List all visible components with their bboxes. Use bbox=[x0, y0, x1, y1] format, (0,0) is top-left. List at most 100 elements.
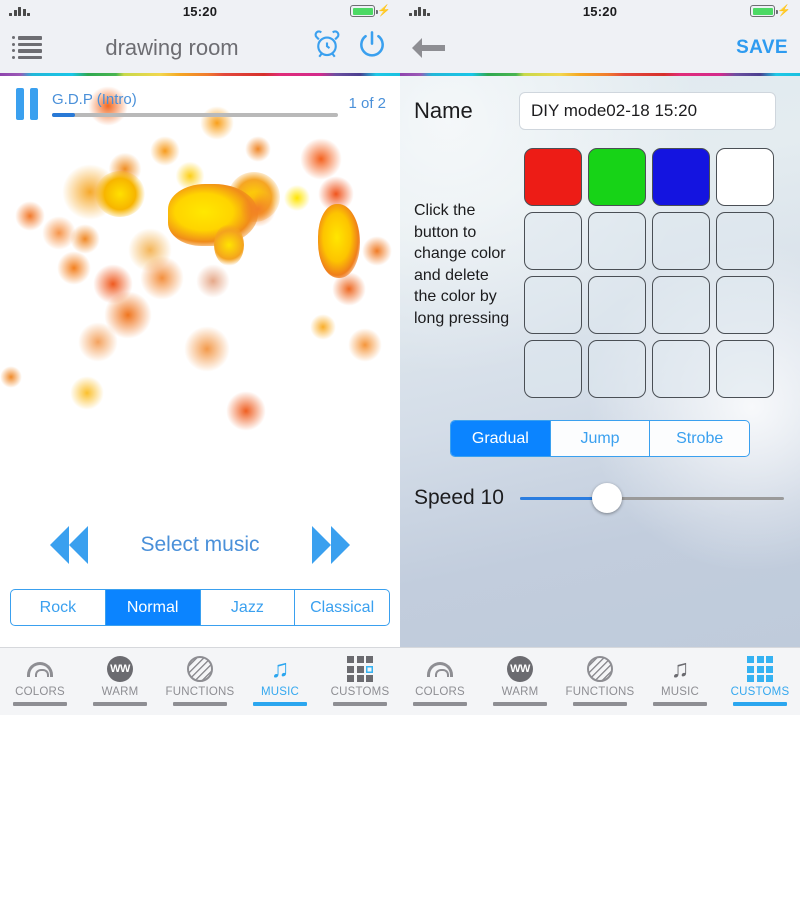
tab-underline bbox=[413, 702, 467, 706]
tab-underline bbox=[733, 702, 787, 706]
tab-functions-label: FUNCTIONS bbox=[165, 686, 235, 698]
tab-customs[interactable]: CUSTOMS bbox=[320, 654, 400, 706]
tab-colors[interactable]: COLORS bbox=[400, 654, 480, 706]
mode-jump[interactable]: Jump bbox=[551, 421, 651, 456]
name-label: Name bbox=[414, 98, 473, 123]
now-playing-bar: G.D.P (Intro) 1 of 2 bbox=[0, 76, 400, 131]
tab-colors-label: COLORS bbox=[415, 686, 465, 698]
grid-icon bbox=[747, 654, 773, 684]
track-title: G.D.P (Intro) bbox=[52, 90, 137, 108]
preset-rock[interactable]: Rock bbox=[11, 590, 106, 625]
color-cell-9[interactable] bbox=[588, 276, 646, 334]
left-nav-bar: drawing room bbox=[0, 22, 400, 73]
color-cell-2[interactable] bbox=[652, 148, 710, 206]
tab-functions-label: FUNCTIONS bbox=[565, 686, 635, 698]
color-cell-5[interactable] bbox=[588, 212, 646, 270]
tab-customs[interactable]: CUSTOMS bbox=[720, 654, 800, 706]
battery-charging-icon: ⚡ bbox=[750, 5, 791, 17]
grid-icon bbox=[347, 654, 373, 684]
instruction-text: Click the button to change color and del… bbox=[414, 202, 510, 327]
color-cell-15[interactable] bbox=[716, 340, 774, 398]
color-grid bbox=[524, 148, 774, 398]
tab-music[interactable]: ♫ MUSIC bbox=[640, 654, 720, 706]
track-counter: 1 of 2 bbox=[348, 95, 386, 112]
list-menu-icon[interactable] bbox=[12, 36, 42, 59]
rainbow-icon bbox=[27, 654, 53, 684]
color-cell-3[interactable] bbox=[716, 148, 774, 206]
music-visualizer bbox=[0, 76, 400, 500]
progress-bar[interactable] bbox=[52, 112, 339, 117]
pause-icon[interactable] bbox=[16, 87, 38, 120]
battery-charging-icon: ⚡ bbox=[350, 5, 391, 17]
preset-normal[interactable]: Normal bbox=[105, 590, 201, 625]
tab-underline bbox=[13, 702, 67, 706]
speed-label: Speed 10 bbox=[414, 486, 504, 509]
tab-colors[interactable]: COLORS bbox=[0, 654, 80, 706]
tab-warm[interactable]: WW WARM bbox=[480, 654, 560, 706]
tab-customs-label: CUSTOMS bbox=[330, 686, 390, 698]
tab-warm-label: WARM bbox=[101, 686, 139, 698]
preset-jazz[interactable]: Jazz bbox=[201, 590, 296, 625]
right-tab-bar: COLORS WW WARM FUNCTIONS ♫ MUSIC CUSTOMS bbox=[400, 647, 800, 715]
color-cell-1[interactable] bbox=[588, 148, 646, 206]
name-input[interactable]: DIY mode02-18 15:20 bbox=[519, 92, 776, 130]
left-phone-screen: 15:20 ⚡ drawing room G.D.P (Intro) 1 of … bbox=[0, 0, 400, 715]
tab-underline bbox=[173, 702, 227, 706]
right-phone-screen: 15:20 ⚡ SAVE Name DIY mode02-18 15:20 Cl… bbox=[400, 0, 800, 715]
preset-classical[interactable]: Classical bbox=[295, 590, 389, 625]
status-clock: 15:20 bbox=[182, 3, 218, 19]
grid-and-hint: Click the button to change color and del… bbox=[400, 130, 800, 398]
tab-underline bbox=[493, 702, 547, 706]
color-cell-8[interactable] bbox=[524, 276, 582, 334]
warm-white-icon: WW bbox=[507, 654, 533, 684]
tab-music-label: MUSIC bbox=[660, 686, 700, 698]
color-cell-10[interactable] bbox=[652, 276, 710, 334]
tab-customs-label: CUSTOMS bbox=[730, 686, 790, 698]
page-title: drawing room bbox=[105, 34, 239, 60]
tab-functions[interactable]: FUNCTIONS bbox=[160, 654, 240, 706]
status-bar: 15:20 ⚡ bbox=[400, 0, 800, 22]
dual-screenshot-container: 15:20 ⚡ drawing room G.D.P (Intro) 1 of … bbox=[0, 0, 800, 715]
back-arrow-icon[interactable] bbox=[412, 38, 446, 58]
status-clock: 15:20 bbox=[582, 3, 618, 19]
left-tab-bar: COLORS WW WARM FUNCTIONS ♫ MUSIC CUSTOMS bbox=[0, 647, 400, 715]
color-cell-12[interactable] bbox=[524, 340, 582, 398]
warm-white-icon-text: WW bbox=[107, 656, 133, 682]
tab-colors-label: COLORS bbox=[15, 686, 65, 698]
mode-segmented-control: Gradual Jump Strobe bbox=[450, 420, 750, 457]
tab-underline bbox=[93, 702, 147, 706]
power-icon[interactable] bbox=[356, 29, 388, 66]
select-music-button[interactable]: Select music bbox=[140, 533, 259, 557]
tab-warm[interactable]: WW WARM bbox=[80, 654, 160, 706]
mode-gradual[interactable]: Gradual bbox=[451, 421, 551, 456]
status-bar: 15:20 ⚡ bbox=[0, 0, 400, 22]
tab-music-label: MUSIC bbox=[260, 686, 300, 698]
color-cell-6[interactable] bbox=[652, 212, 710, 270]
rainbow-icon bbox=[427, 654, 453, 684]
tab-underline bbox=[253, 702, 307, 706]
color-cell-14[interactable] bbox=[652, 340, 710, 398]
color-cell-0[interactable] bbox=[524, 148, 582, 206]
color-cell-11[interactable] bbox=[716, 276, 774, 334]
color-cell-4[interactable] bbox=[524, 212, 582, 270]
tab-music[interactable]: ♫ MUSIC bbox=[240, 654, 320, 706]
speed-row: Speed 10 bbox=[400, 457, 800, 513]
save-button[interactable]: SAVE bbox=[736, 37, 788, 59]
name-row: Name DIY mode02-18 15:20 bbox=[400, 76, 800, 130]
color-cell-13[interactable] bbox=[588, 340, 646, 398]
tab-underline bbox=[653, 702, 707, 706]
warm-white-icon-text: WW bbox=[507, 656, 533, 682]
hatched-circle-icon bbox=[187, 654, 213, 684]
alarm-clock-icon[interactable] bbox=[312, 30, 342, 65]
track-info: G.D.P (Intro) bbox=[52, 91, 348, 117]
hatched-circle-icon bbox=[587, 654, 613, 684]
tab-functions[interactable]: FUNCTIONS bbox=[560, 654, 640, 706]
mode-strobe[interactable]: Strobe bbox=[650, 421, 749, 456]
speed-slider[interactable] bbox=[519, 483, 784, 513]
customs-editor-panel: Name DIY mode02-18 15:20 Click the butto… bbox=[400, 76, 800, 647]
music-note-icon: ♫ bbox=[670, 654, 690, 683]
right-nav-bar: SAVE bbox=[400, 22, 800, 73]
transport-controls: Select music bbox=[0, 505, 400, 585]
slider-knob[interactable] bbox=[592, 483, 623, 513]
color-cell-7[interactable] bbox=[716, 212, 774, 270]
